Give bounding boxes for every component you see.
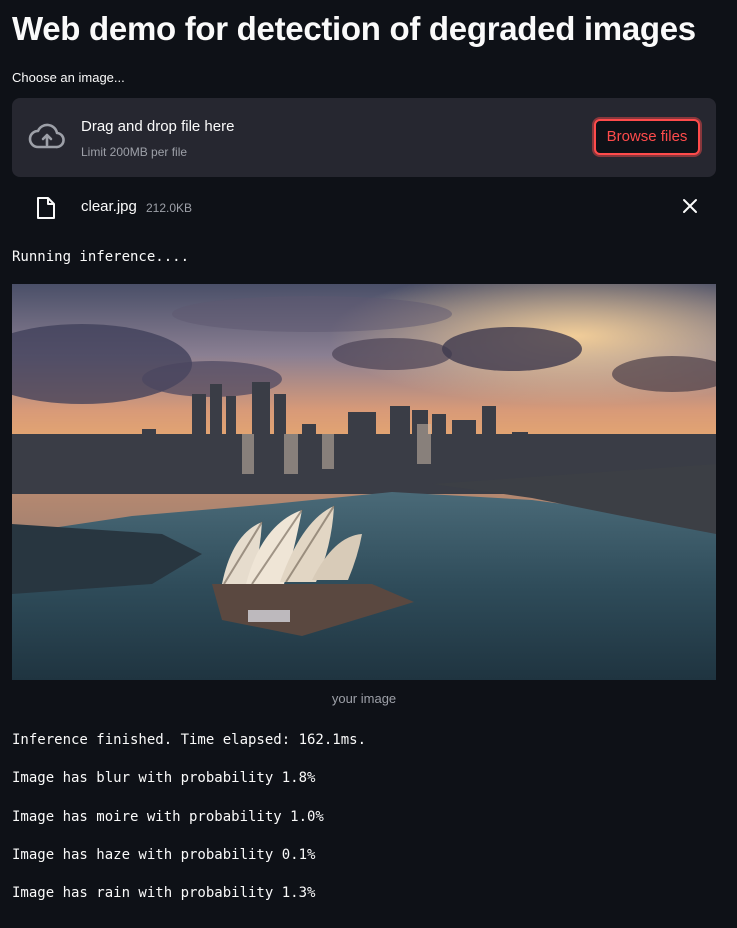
- uploaded-image: [12, 284, 716, 680]
- inference-finished-status: Inference finished. Time elapsed: 162.1m…: [12, 732, 367, 748]
- close-icon[interactable]: [680, 196, 700, 216]
- uploader-label: Choose an image...: [12, 70, 125, 85]
- city-photo: [12, 284, 716, 680]
- rain-result: Image has rain with probability 1.3%: [12, 885, 316, 901]
- app-page: Web demo for detection of degraded image…: [0, 0, 737, 928]
- moire-result: Image has moire with probability 1.0%: [12, 809, 324, 825]
- image-caption: your image: [331, 691, 397, 706]
- drop-instruction: Drag and drop file here: [81, 118, 235, 135]
- haze-result: Image has haze with probability 0.1%: [12, 847, 316, 863]
- uploaded-file-size: 212.0KB: [146, 201, 193, 215]
- uploaded-file-name: clear.jpg: [81, 198, 137, 215]
- uploaded-file-row: clear.jpg 212.0KB: [12, 186, 716, 228]
- file-dropzone[interactable]: Drag and drop file here Limit 200MB per …: [12, 98, 716, 177]
- running-status: Running inference....: [12, 249, 190, 265]
- cloud-upload-icon: [28, 123, 65, 149]
- file-icon: [37, 197, 55, 219]
- page-title: Web demo for detection of degraded image…: [12, 10, 696, 47]
- blur-result: Image has blur with probability 1.8%: [12, 770, 316, 786]
- browse-files-button[interactable]: Browse files: [594, 119, 700, 155]
- file-size-limit: Limit 200MB per file: [81, 145, 188, 159]
